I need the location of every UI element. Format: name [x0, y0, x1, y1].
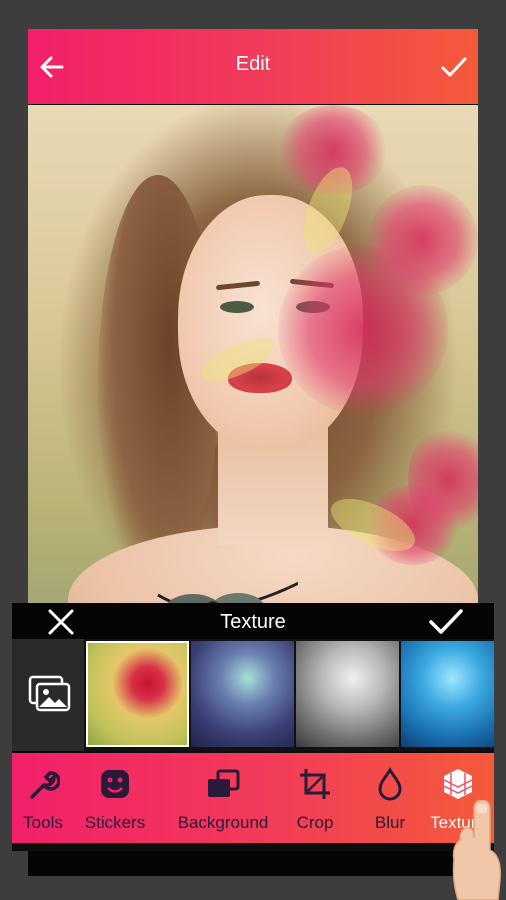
- photo-canvas[interactable]: [28, 105, 478, 645]
- top-bar: Edit: [28, 29, 478, 104]
- page-title: Edit: [235, 53, 271, 75]
- tool-label: Stickers: [84, 813, 146, 832]
- texture-header: Texture: [12, 603, 494, 639]
- photo-eye: [220, 301, 254, 313]
- check-icon[interactable]: [438, 51, 470, 83]
- tool-tools[interactable]: Tools: [12, 753, 74, 843]
- wrench-icon: [30, 771, 60, 799]
- blur-icon: [378, 767, 402, 801]
- pointing-hand-icon: [452, 800, 502, 900]
- tool-label: Background: [177, 813, 269, 832]
- check-icon[interactable]: [428, 607, 464, 637]
- bottom-toolbar: Tools Stickers Background Crop Blur Text…: [12, 753, 494, 843]
- texture-thumbnails: [12, 639, 494, 751]
- texture-icon: [443, 769, 473, 799]
- texture-thumb-3[interactable]: [296, 641, 399, 747]
- gallery-icon: [28, 675, 71, 712]
- tool-blur[interactable]: Blur: [362, 753, 418, 843]
- sticker-icon: [101, 770, 129, 798]
- texture-panel: Texture Tools Stickers Background Crop B…: [12, 603, 494, 851]
- texture-thumb-1[interactable]: [86, 641, 189, 747]
- texture-thumb-2[interactable]: [191, 641, 294, 747]
- tool-label: Blur: [374, 813, 406, 832]
- texture-thumb-4[interactable]: [401, 641, 494, 747]
- tool-background[interactable]: Background: [162, 753, 284, 843]
- tool-stickers[interactable]: Stickers: [74, 753, 156, 843]
- tool-label: Tools: [23, 813, 63, 832]
- gallery-button[interactable]: [12, 639, 84, 751]
- tool-crop[interactable]: Crop: [288, 753, 342, 843]
- texture-title: Texture: [220, 611, 286, 633]
- tool-label: Crop: [296, 813, 334, 832]
- crop-icon: [300, 769, 330, 799]
- background-icon: [208, 769, 240, 797]
- flower-overlay: [368, 185, 478, 295]
